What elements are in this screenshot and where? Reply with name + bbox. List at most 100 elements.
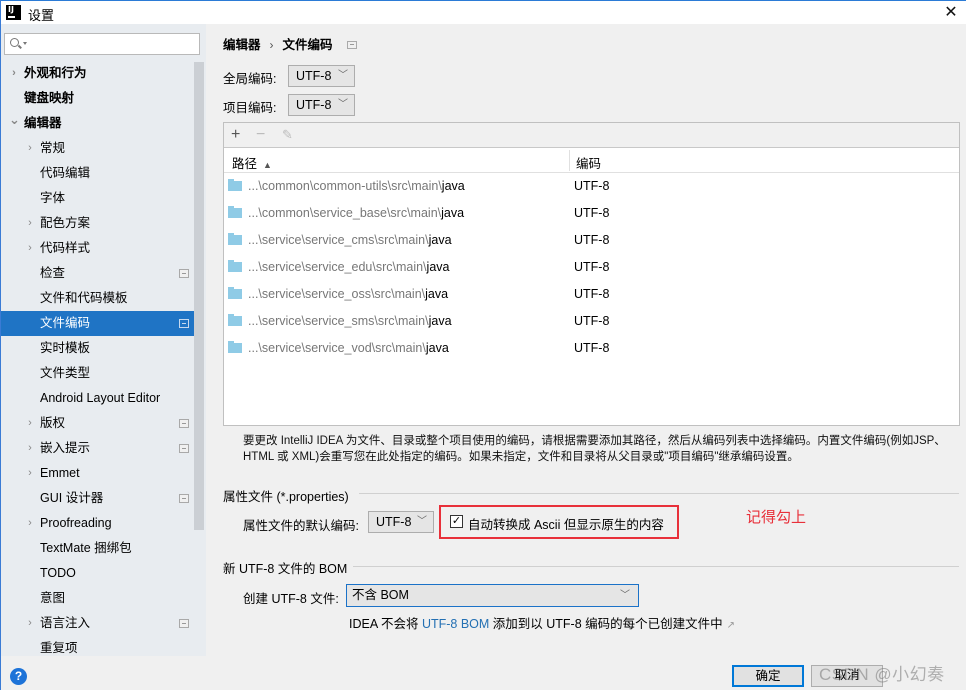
project-encoding-select[interactable]: UTF-8 ﹀	[288, 94, 355, 116]
column-header-path[interactable]: 路径 ▲	[232, 153, 272, 172]
sidebar-item-label: 版权	[40, 416, 66, 430]
sidebar-scrollbar[interactable]	[194, 62, 204, 530]
settings-tree: › 外观和行为 键盘映射 ⌄ 编辑器 › 常规 代码编辑字体 › 配色方案 › 代码样式检查文件和代码…	[1, 61, 194, 661]
sidebar-item-label: Proofreading	[40, 516, 112, 530]
sidebar-item[interactable]: 文件编码	[1, 311, 194, 336]
project-scope-icon	[179, 619, 189, 628]
row-path-prefix: ...\service\service_vod\src\main\	[248, 341, 426, 355]
sidebar-item-label: TextMate 捆绑包	[40, 541, 132, 555]
help-button[interactable]: ?	[10, 668, 27, 685]
table-row[interactable]: ...\service\service_oss\src\main\java UTF…	[224, 281, 959, 308]
row-encoding[interactable]: UTF-8	[574, 206, 609, 220]
sidebar-item[interactable]: TextMate 捆绑包	[1, 536, 194, 561]
row-encoding[interactable]: UTF-8	[574, 287, 609, 301]
sidebar-item[interactable]: › 版权	[1, 411, 194, 436]
row-encoding[interactable]: UTF-8	[574, 233, 609, 247]
folder-icon	[228, 260, 242, 272]
folder-icon	[228, 233, 242, 245]
close-button[interactable]: ✕	[941, 3, 961, 23]
utf8-bom-link[interactable]: UTF-8 BOM	[422, 617, 489, 631]
ok-button[interactable]: 确定	[732, 665, 804, 687]
properties-encoding-select[interactable]: UTF-8 ﹀	[368, 511, 434, 533]
sidebar-item[interactable]: 字体	[1, 186, 194, 211]
edit-path-button[interactable]: ✎	[282, 125, 293, 145]
chevron-right-icon[interactable]: ›	[25, 136, 35, 161]
row-path-leaf: java	[425, 287, 449, 301]
table-row[interactable]: ...\service\service_vod\src\main\java UTF…	[224, 335, 959, 362]
row-encoding[interactable]: UTF-8	[574, 260, 609, 274]
sidebar-item[interactable]: 文件和代码模板	[1, 286, 194, 311]
breadcrumb: 编辑器 › 文件编码	[223, 34, 357, 53]
sidebar-item-label: 检查	[40, 266, 66, 280]
sidebar-item[interactable]: › 常规	[1, 136, 194, 161]
sidebar-item[interactable]: Android Layout Editor	[1, 386, 194, 411]
row-path-leaf: java	[428, 233, 452, 247]
sidebar-item[interactable]: 键盘映射	[1, 86, 194, 111]
chevron-right-icon[interactable]: ›	[25, 211, 35, 236]
row-path: ...\service\service_sms\src\main\java	[248, 314, 452, 328]
row-path-leaf: java	[426, 260, 450, 274]
chevron-right-icon[interactable]: ›	[25, 236, 35, 261]
group-divider	[359, 493, 959, 494]
table-row[interactable]: ...\service\service_edu\src\main\java UTF…	[224, 254, 959, 281]
column-divider[interactable]	[569, 150, 570, 171]
sidebar-item-label: 语言注入	[40, 616, 91, 630]
sidebar-item[interactable]: › 代码样式	[1, 236, 194, 261]
create-utf8-bom-value: 不含 BOM	[352, 588, 409, 602]
settings-search-input[interactable]	[4, 33, 200, 55]
table-row[interactable]: ...\service\service_cms\src\main\java UTF…	[224, 227, 959, 254]
external-link-icon: ↗	[726, 620, 736, 631]
add-path-button[interactable]: +	[231, 125, 240, 145]
group-divider	[353, 566, 959, 567]
global-encoding-value: UTF-8	[296, 69, 332, 83]
chevron-right-icon[interactable]: ›	[25, 611, 35, 636]
table-row[interactable]: ...\common\common-utils\src\main\java UTF…	[224, 173, 959, 200]
sidebar-item[interactable]: GUI 设计器	[1, 486, 194, 511]
row-encoding[interactable]: UTF-8	[574, 314, 609, 328]
sidebar-item[interactable]: › 嵌入提示	[1, 436, 194, 461]
transparent-native-to-ascii-checkbox[interactable]: ✓	[450, 515, 463, 528]
sidebar-item-label: TODO	[40, 566, 76, 580]
properties-group-title: 属性文件 (*.properties)	[223, 490, 349, 504]
table-row[interactable]: ...\service\service_sms\src\main\java UTF…	[224, 308, 959, 335]
global-encoding-select[interactable]: UTF-8 ﹀	[288, 65, 355, 87]
chevron-right-icon[interactable]: ›	[9, 61, 19, 86]
sidebar-item[interactable]: 检查	[1, 261, 194, 286]
chevron-right-icon[interactable]: ›	[25, 511, 35, 536]
sidebar-item[interactable]: › Proofreading	[1, 511, 194, 536]
chevron-right-icon[interactable]: ›	[25, 461, 35, 486]
transparent-native-to-ascii-label[interactable]: 自动转换成 Ascii 但显示原生的内容	[468, 514, 664, 533]
sidebar-item[interactable]: 文件类型	[1, 361, 194, 386]
chevron-right-icon[interactable]: ›	[25, 411, 35, 436]
sidebar-item-label: 字体	[40, 191, 66, 205]
sidebar-item[interactable]: TODO	[1, 561, 194, 586]
chevron-down-icon: ﹀	[417, 516, 427, 527]
row-encoding[interactable]: UTF-8	[574, 341, 609, 355]
column-header-encoding[interactable]: 编码	[576, 153, 601, 172]
project-scope-icon	[346, 41, 357, 49]
sidebar-item[interactable]: 代码编辑	[1, 161, 194, 186]
sidebar-item[interactable]: ⌄ 编辑器	[1, 111, 194, 136]
sidebar-item[interactable]: › 配色方案	[1, 211, 194, 236]
row-path-leaf: java	[441, 206, 465, 220]
sidebar-item[interactable]: 重复项	[1, 636, 194, 661]
row-path: ...\common\service_base\src\main\java	[248, 206, 464, 220]
settings-sidebar: › 外观和行为 键盘映射 ⌄ 编辑器 › 常规 代码编辑字体 › 配色方案 › 代码样式检查文件和代码…	[1, 24, 206, 656]
sidebar-item[interactable]: 意图	[1, 586, 194, 611]
breadcrumb-parent[interactable]: 编辑器	[223, 34, 261, 53]
chevron-down-icon[interactable]: ⌄	[9, 107, 20, 132]
global-encoding-label: 全局编码:	[223, 72, 277, 86]
sidebar-item[interactable]: › Emmet	[1, 461, 194, 486]
sidebar-item[interactable]: › 语言注入	[1, 611, 194, 636]
chevron-right-icon[interactable]: ›	[25, 436, 35, 461]
bom-group-title: 新 UTF-8 文件的 BOM	[223, 562, 348, 576]
sidebar-item[interactable]: 实时模板	[1, 336, 194, 361]
row-encoding[interactable]: UTF-8	[574, 179, 609, 193]
remove-path-button[interactable]: −	[256, 125, 265, 145]
table-row[interactable]: ...\common\service_base\src\main\java UTF…	[224, 200, 959, 227]
breadcrumb-separator: ›	[269, 38, 274, 52]
column-path-label: 路径	[232, 157, 258, 171]
create-utf8-bom-select[interactable]: 不含 BOM ﹀	[346, 584, 639, 607]
bom-note-suffix: 添加到以 UTF-8 编码的每个已创建文件中	[489, 617, 723, 631]
sidebar-item[interactable]: › 外观和行为	[1, 61, 194, 86]
